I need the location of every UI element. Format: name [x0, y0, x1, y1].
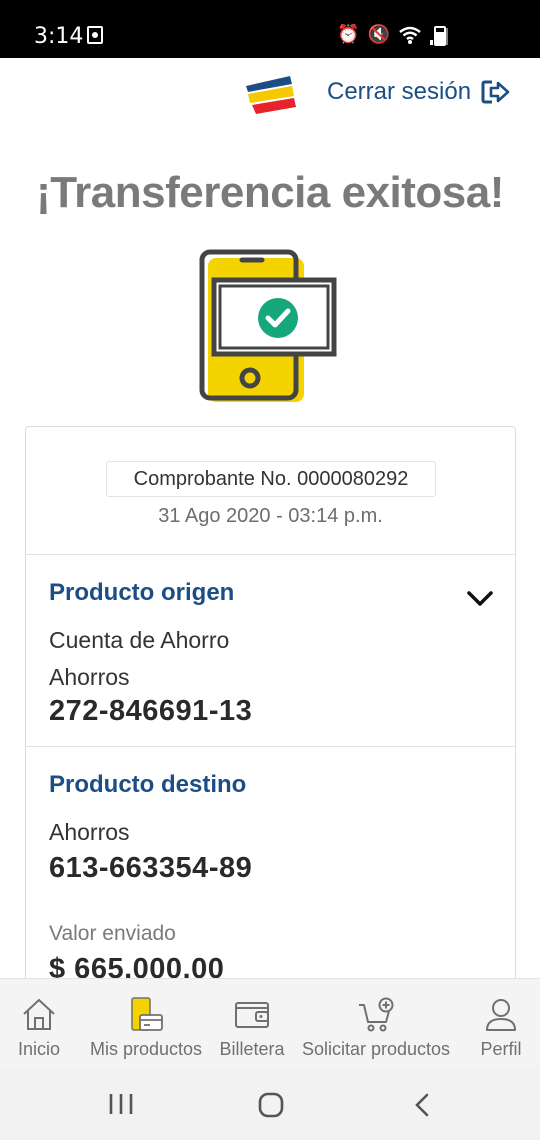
divider	[26, 746, 515, 747]
wifi-icon	[399, 26, 421, 44]
battery-icon	[434, 26, 446, 46]
logout-label: Cerrar sesión	[327, 78, 472, 105]
cart-add-icon	[359, 997, 394, 1032]
nav-item-perfil[interactable]: Perfil	[466, 979, 536, 1069]
alarm-icon: ⏰	[337, 24, 360, 45]
bottom-navigation: Inicio Mis productos Billetera Solicitar…	[0, 978, 540, 1068]
status-icons: ⏰ 🔇	[337, 22, 448, 48]
status-bar: 3:14 ⏰ 🔇	[0, 0, 540, 58]
logout-button[interactable]: Cerrar sesión	[327, 78, 511, 106]
origin-title: Producto origen	[49, 579, 235, 606]
amount-label: Valor enviado	[49, 922, 176, 945]
system-navigation-bar	[0, 1068, 540, 1140]
home-button-icon[interactable]	[257, 1092, 285, 1118]
mute-icon: 🔇	[367, 24, 390, 45]
receipt-date: 31 Ago 2020 - 03:14 p.m.	[158, 505, 383, 527]
nav-label: Billetera	[219, 1039, 285, 1059]
screenshot-notification-icon	[87, 26, 103, 44]
bank-logo	[246, 76, 296, 114]
divider	[26, 554, 515, 555]
origin-account-type: Ahorros	[49, 664, 130, 690]
products-icon	[131, 997, 163, 1031]
nav-label: Solicitar productos	[301, 1039, 451, 1059]
home-icon	[23, 998, 55, 1030]
nav-item-solicitar-productos[interactable]: Solicitar productos	[300, 979, 452, 1069]
nav-item-mis-productos[interactable]: Mis productos	[86, 979, 206, 1069]
page-title: ¡Transferencia exitosa!	[36, 168, 504, 217]
chevron-down-icon[interactable]	[466, 589, 494, 609]
wallet-icon	[235, 1002, 269, 1028]
recent-apps-icon[interactable]	[108, 1092, 134, 1116]
origin-product-name: Cuenta de Ahorro	[49, 627, 230, 653]
transfer-receipt-card: Comprobante No. 0000080292 31 Ago 2020 -…	[25, 426, 516, 986]
destination-account-type: Ahorros	[49, 819, 130, 845]
logout-icon	[481, 80, 510, 104]
status-time: 3:14	[34, 24, 84, 49]
app-header: Cerrar sesión	[0, 58, 540, 138]
origin-account-number: 272-846691-13	[49, 695, 253, 727]
profile-icon	[486, 999, 516, 1031]
nav-label: Mis productos	[89, 1039, 203, 1059]
receipt-number: Comprobante No. 0000080292	[106, 461, 436, 497]
back-icon[interactable]	[412, 1092, 432, 1118]
destination-account-number: 613-663354-89	[49, 852, 253, 884]
destination-title: Producto destino	[49, 771, 247, 798]
nav-label: Inicio	[17, 1039, 61, 1059]
nav-label: Perfil	[480, 1039, 522, 1059]
nav-item-billetera[interactable]: Billetera	[212, 979, 292, 1069]
transfer-success-illustration	[199, 249, 337, 402]
nav-item-inicio[interactable]: Inicio	[4, 979, 74, 1069]
